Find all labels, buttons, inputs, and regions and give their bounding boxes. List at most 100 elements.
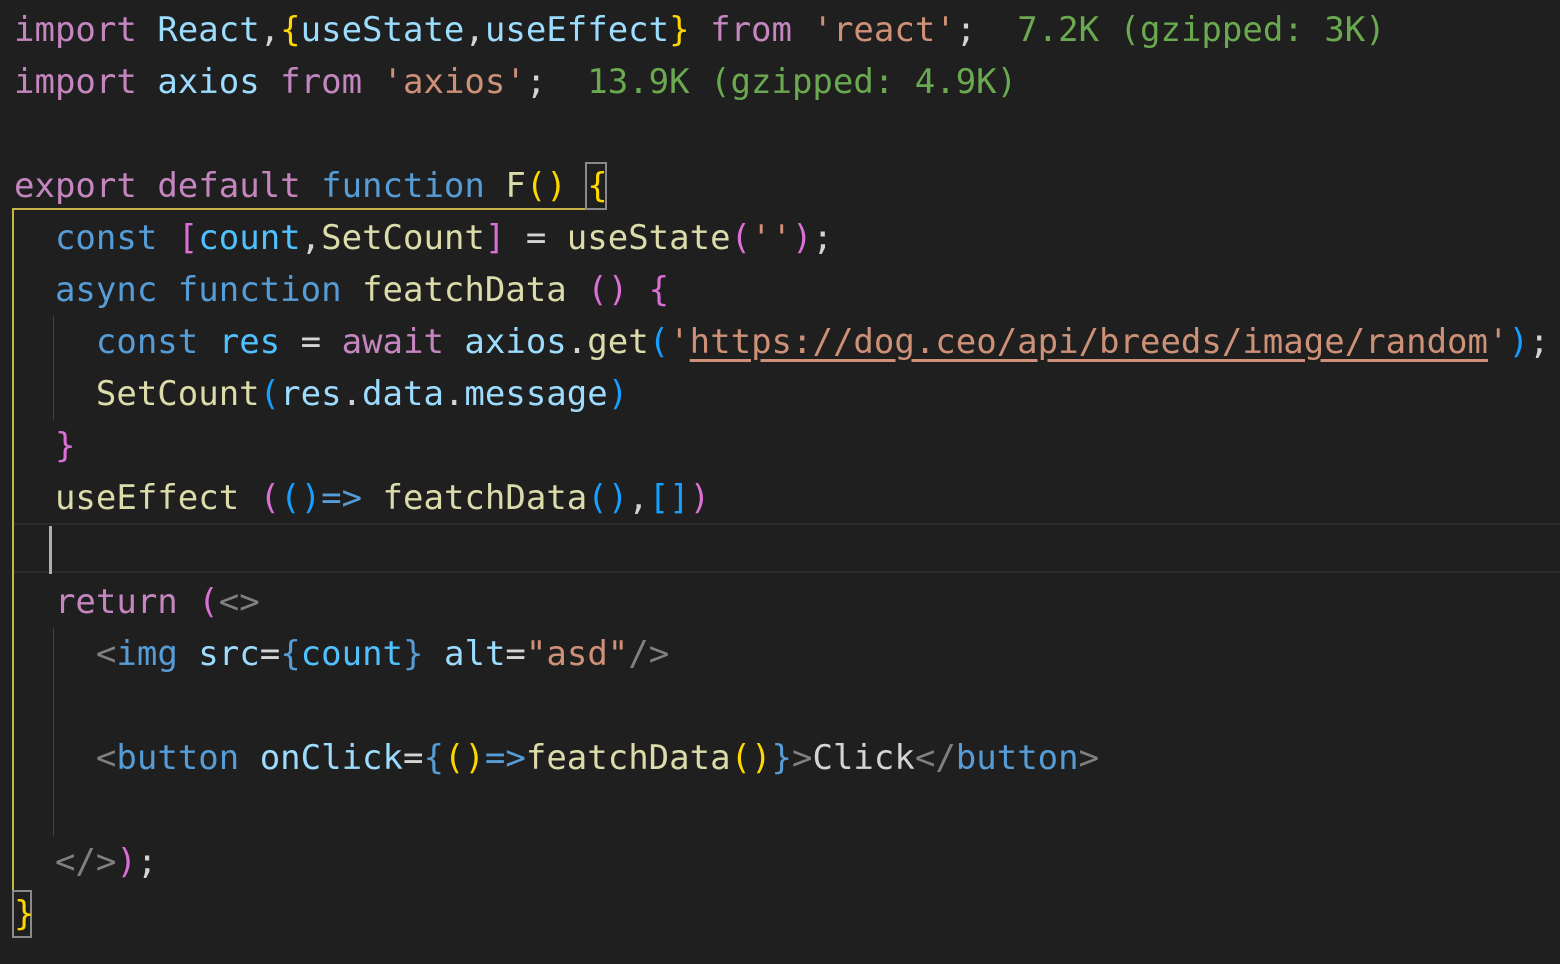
code-line[interactable]: <img src={count} alt="asd"/> (14, 628, 669, 680)
code-token: > (792, 738, 813, 778)
code-token: axios (464, 322, 567, 362)
code-token: . (566, 322, 588, 362)
code-token: 'react' (812, 10, 956, 50)
code-token: ) (607, 374, 629, 414)
code-editor[interactable]: import React,{useState,useEffect} from '… (0, 0, 1560, 964)
code-token: { (280, 634, 301, 674)
code-token: await (341, 322, 444, 362)
code-token: < (95, 634, 117, 674)
code-token: ; (955, 10, 977, 50)
current-line-highlight (14, 523, 1560, 573)
code-token: count (198, 218, 301, 258)
code-token: . (443, 374, 465, 414)
code-token: async (54, 270, 158, 310)
code-token: button (116, 738, 240, 778)
code-token: ; (812, 218, 833, 258)
code-token: F (505, 166, 526, 206)
code-token: () (587, 270, 629, 310)
code-line[interactable]: SetCount(res.data.message) (14, 368, 628, 420)
code-line[interactable]: } (14, 888, 34, 940)
code-token: button (955, 738, 1079, 778)
code-line[interactable]: <button onClick={()=>featchData()}>Click… (14, 732, 1099, 784)
code-token: = (280, 322, 342, 362)
code-token: import (14, 62, 137, 102)
code-token: featchData (525, 738, 731, 778)
code-token: import (14, 10, 137, 50)
code-line[interactable]: const res = await axios.get('https://dog… (14, 316, 1550, 368)
code-line[interactable]: } (14, 420, 75, 472)
code-token: res (280, 374, 342, 414)
code-token: 13.9K (gzipped: 4.9K) (546, 62, 1018, 102)
code-token: { (423, 738, 444, 778)
code-token: const (95, 322, 199, 362)
code-token: } (403, 634, 424, 674)
code-line[interactable]: const [count,SetCount] = useState(''); (14, 212, 833, 264)
code-token: ( (259, 478, 281, 518)
code-token: ' (669, 322, 690, 362)
code-line[interactable]: useEffect (()=> featchData(),[]) (14, 472, 710, 524)
code-token: , (300, 218, 322, 258)
code-line[interactable]: export default function F() { (14, 160, 608, 212)
code-token: < (95, 738, 117, 778)
code-token: function (177, 270, 342, 310)
code-token: ) (689, 478, 711, 518)
code-token: } (54, 426, 76, 466)
code-line[interactable]: async function featchData () { (14, 264, 669, 316)
code-line[interactable]: import axios from 'axios'; 13.9K (gzippe… (14, 56, 1017, 108)
code-token: ) (116, 842, 137, 882)
code-token: } (14, 894, 35, 934)
code-token: </ (914, 738, 956, 778)
code-token: Click (812, 738, 915, 778)
code-token: ) (1508, 322, 1529, 362)
code-token: () (525, 166, 567, 206)
code-token: ; (1528, 322, 1550, 362)
code-token: alt (444, 634, 506, 674)
code-token: from (710, 10, 792, 50)
code-token: [] (648, 478, 690, 518)
code-line[interactable]: </>); (14, 836, 157, 888)
code-token: SetCount (95, 374, 260, 414)
code-token: () (587, 478, 629, 518)
code-line[interactable]: return (<> (14, 576, 260, 628)
code-token: from (280, 62, 363, 102)
code-token: useEffect (54, 478, 240, 518)
code-token: ( (259, 374, 281, 414)
code-token: { (587, 166, 608, 206)
code-token: onClick (259, 738, 403, 778)
text-cursor (49, 526, 52, 574)
code-token: = (402, 738, 424, 778)
code-line[interactable]: import React,{useState,useEffect} from '… (14, 4, 1386, 56)
code-token: featchData (362, 270, 567, 310)
code-token: } (669, 10, 690, 50)
code-token: 'axios' (382, 62, 526, 102)
code-token: featchData (382, 478, 588, 518)
code-token: function (321, 166, 485, 206)
code-token: export (14, 166, 137, 206)
code-token: => (484, 738, 526, 778)
code-token: message (464, 374, 608, 414)
url-link[interactable]: https://dog.ceo/api/breeds/image/random (690, 322, 1488, 362)
code-token: = (505, 218, 567, 258)
